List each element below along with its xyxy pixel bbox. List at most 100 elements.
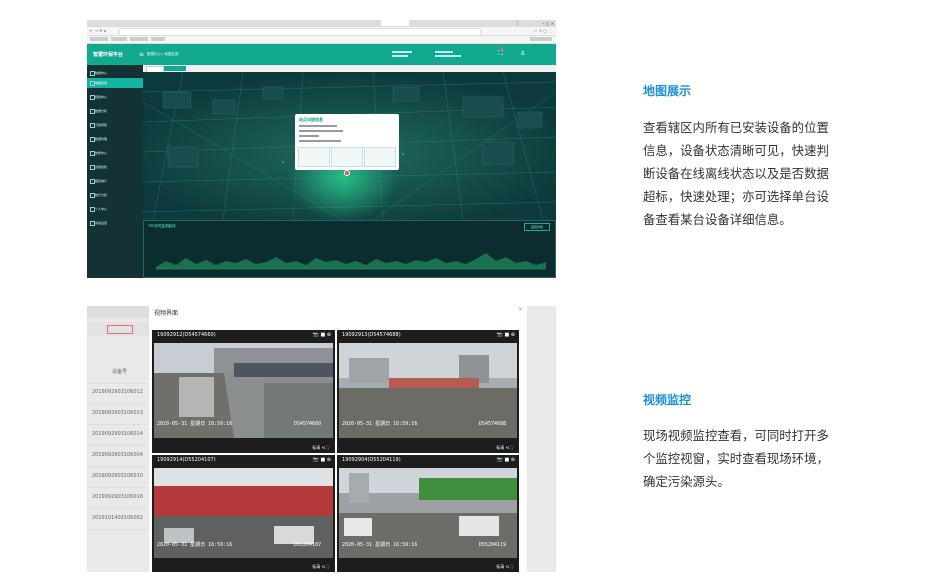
camera-card[interactable]: 19092914(D55204107) 📷 ■ ⊕ 2020-05-31 星期日… xyxy=(152,455,335,572)
device-row[interactable]: 2019092903106012 xyxy=(87,382,147,404)
camera-footer[interactable]: 标清 ⟲ ⛶ xyxy=(312,564,329,570)
browser-tab[interactable] xyxy=(185,20,220,26)
app-sidebar: 数据中心 地图监测 视频中心 数据分析 污染预警 数据管理 告警中心 运维巡检 … xyxy=(87,65,143,278)
browser-tab[interactable] xyxy=(347,20,384,26)
description-line: 超标，快速处理；亦可选择单台设 xyxy=(643,189,829,204)
camera-card[interactable]: 19092904(D55204119) 📷 ■ ⊕ 2020-05-31 星期日… xyxy=(337,455,519,572)
camera-osd-id: D54574688 xyxy=(479,421,506,427)
sidebar-item[interactable]: 告警中心 xyxy=(87,148,143,158)
notification-dot-icon[interactable] xyxy=(500,47,503,50)
browser-tab[interactable] xyxy=(479,20,518,26)
chart-panel: TSP实时监测曲线 返回详情 xyxy=(143,220,556,278)
camera-title: 19092914(D55204107) xyxy=(157,457,216,463)
window-controls[interactable]: – □ × xyxy=(534,21,554,26)
quality-label[interactable]: 标清 xyxy=(496,564,504,569)
camera-osd-id: D55204107 xyxy=(294,542,321,548)
sidebar-item[interactable]: 个人中心 xyxy=(87,204,143,214)
camera-action-icons[interactable]: 📷 ■ ⊕ xyxy=(313,457,331,463)
fullscreen-icon[interactable]: ⛶ xyxy=(498,49,503,58)
camera-card[interactable]: 19092912(D54574660) 📷 ■ ⊕ 2020-05-31 星期日… xyxy=(152,330,335,453)
sidebar-item[interactable]: 数据管理 xyxy=(87,134,143,144)
sidebar-item[interactable]: 系统设置 xyxy=(87,218,143,228)
device-marker-icon[interactable] xyxy=(344,170,350,176)
bookmarks-bar xyxy=(87,36,556,44)
bg-filter-select[interactable] xyxy=(107,325,133,334)
camera-action-icons[interactable]: 📷 ■ ⊕ xyxy=(313,332,331,338)
camera-feed[interactable]: 2020-05-31 星期日 16:59:16 D54574688 xyxy=(339,343,517,438)
device-row[interactable]: 2019092903106014 xyxy=(87,424,147,446)
sidebar-item-active[interactable]: 地图监测 xyxy=(87,78,143,88)
browser-tab[interactable] xyxy=(281,20,316,26)
video-section-description: 现场视频监控查看，可同时打开多 个监控视窗，实时查看现场环境， 确定污染源头。 xyxy=(643,424,855,493)
user-icon[interactable]: ♙ xyxy=(520,50,525,57)
browser-tab[interactable] xyxy=(409,20,446,26)
camera-action-icons[interactable]: 📷 ■ ⊕ xyxy=(497,457,515,463)
browser-tab[interactable] xyxy=(313,20,350,26)
sidebar-item[interactable]: 运维巡检 xyxy=(87,162,143,172)
camera-osd-id: D54574660 xyxy=(294,421,321,427)
camera-footer[interactable]: 标清 ⟲ ⛶ xyxy=(496,445,513,451)
video-screenshot: 设备号 2019092903106012 2019092903106013 20… xyxy=(87,306,556,572)
camera-feed[interactable]: 2020-05-31 星期日 16:59:16 D55204119 xyxy=(339,468,517,558)
sidebar-item[interactable]: 数据中心 xyxy=(87,68,143,78)
quality-label[interactable]: 标清 xyxy=(496,445,504,450)
camera-osd-id: D55204119 xyxy=(479,542,506,548)
device-detail-popup: 站点详细信息 xyxy=(295,114,399,170)
quality-label[interactable]: 标清 xyxy=(312,445,320,450)
popup-text-line xyxy=(299,135,319,137)
url-input[interactable] xyxy=(119,28,481,36)
dialog-close-icon[interactable]: × xyxy=(518,306,523,313)
description-line: 个监控视窗，实时查看现场环境， xyxy=(643,451,829,466)
camera-action-icons[interactable]: 📷 ■ ⊕ xyxy=(497,332,515,338)
camera-osd-date: 2020-05-31 星期日 16:59:16 xyxy=(342,421,417,427)
device-row[interactable]: 2019092903106010 xyxy=(87,466,147,488)
page-tab-active[interactable] xyxy=(164,66,186,71)
bookmark-item[interactable] xyxy=(111,37,127,41)
camera-osd-date: 2020-05-31 星期日 16:59:16 xyxy=(157,421,232,427)
bookmark-item[interactable] xyxy=(130,37,148,41)
bookmark-item[interactable] xyxy=(151,37,165,41)
camera-card[interactable]: 19092913(D54574688) 📷 ■ ⊕ 2020-05-31 星期日… xyxy=(337,330,519,453)
device-row[interactable]: 2019101403106002 xyxy=(87,508,147,530)
device-row[interactable]: 2019092903106013 xyxy=(87,403,147,425)
browser-tab[interactable] xyxy=(87,20,120,26)
browser-tab[interactable] xyxy=(117,20,152,26)
device-row[interactable]: 2019092903106004 xyxy=(87,445,147,467)
camera-osd-date: 2020-05-31 星期日 16:59:16 xyxy=(157,542,232,548)
menu-toggle-icon[interactable]: ≡ xyxy=(139,51,144,58)
browser-tab[interactable] xyxy=(249,20,284,26)
chart-title: TSP实时监测曲线 xyxy=(148,224,176,228)
popup-metric-box xyxy=(331,147,363,167)
camera-feed[interactable]: 2020-05-31 星期日 16:59:16 D55204107 xyxy=(154,468,333,558)
description-line: 备查看某台设备详细信息。 xyxy=(643,212,792,227)
browser-tab-active[interactable] xyxy=(381,20,412,26)
sidebar-item[interactable]: 数据分析 xyxy=(87,106,143,116)
bookmark-item[interactable] xyxy=(90,37,108,41)
device-column-header: 设备号 xyxy=(87,362,147,384)
chart-back-button[interactable]: 返回详情 xyxy=(524,223,550,231)
popup-text-line xyxy=(299,140,341,142)
sidebar-item[interactable]: 统计分析 xyxy=(87,190,143,200)
sidebar-item[interactable]: 报表统计 xyxy=(87,176,143,186)
popup-title: 站点详细信息 xyxy=(299,117,323,122)
camera-title: 19092913(D54574688) xyxy=(342,332,401,338)
sidebar-item[interactable]: 视频中心 xyxy=(87,92,143,102)
camera-title: 19092904(D55204119) xyxy=(342,457,401,463)
app-title: 智慧环保平台 xyxy=(93,52,124,58)
background-device-table: 设备号 2019092903106012 2019092903106013 20… xyxy=(87,306,149,572)
device-row[interactable]: 2019092903106016 xyxy=(87,487,147,509)
camera-footer[interactable]: 标清 ⟲ ⛶ xyxy=(496,564,513,570)
browser-toolbar-icons[interactable]: ☆ ⇩ ◻ ⋮ xyxy=(492,28,552,34)
address-bar-row: ← → ⟳ ⌂ ☆ ⇩ ◻ ⋮ xyxy=(87,27,556,36)
nav-buttons[interactable]: ← → ⟳ ⌂ xyxy=(90,28,112,34)
browser-tab[interactable] xyxy=(149,20,188,26)
browser-tab-strip: – □ × xyxy=(87,20,556,27)
browser-tab[interactable] xyxy=(217,20,252,26)
header-info-block xyxy=(435,49,463,59)
bookmark-item[interactable] xyxy=(530,37,552,41)
camera-feed[interactable]: 2020-05-31 星期日 16:59:16 D54574660 xyxy=(154,343,333,438)
camera-footer[interactable]: 标清 ⟲ ⛶ xyxy=(312,445,329,451)
sidebar-item[interactable]: 污染预警 xyxy=(87,120,143,130)
browser-tab[interactable] xyxy=(443,20,482,26)
quality-label[interactable]: 标清 xyxy=(312,564,320,569)
